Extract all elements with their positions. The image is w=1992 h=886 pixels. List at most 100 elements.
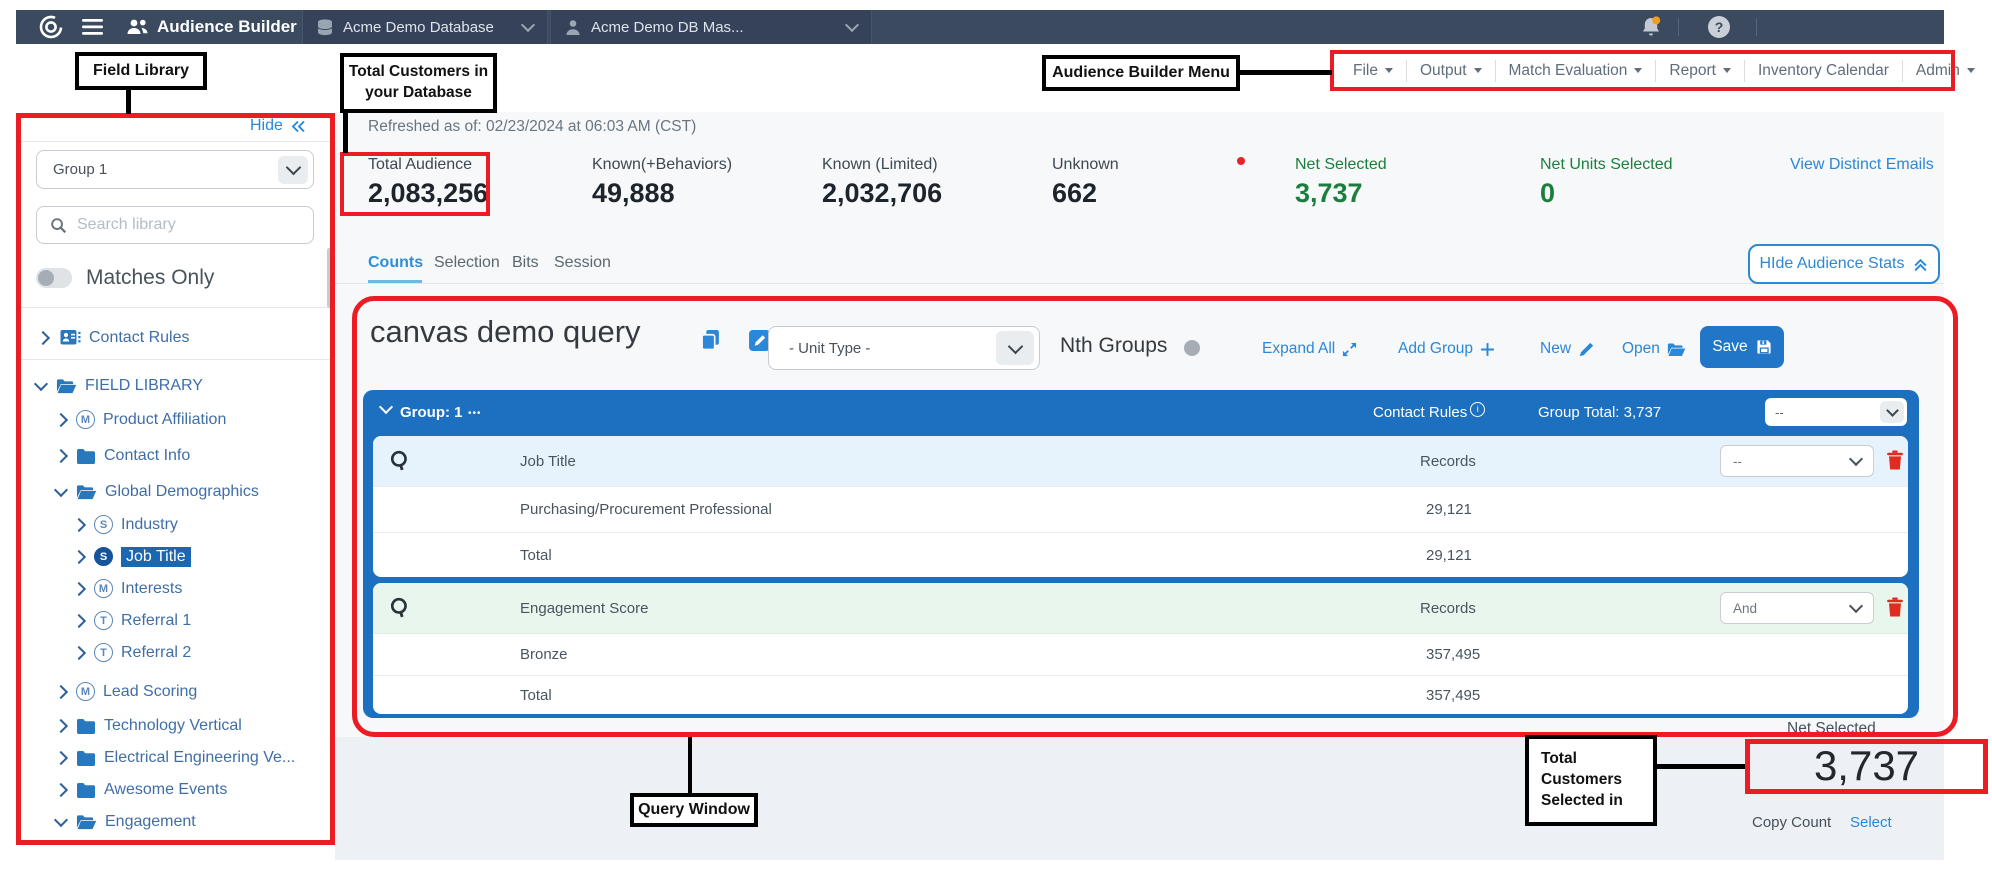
menu-inventory-calendar[interactable]: Inventory Calendar	[1745, 60, 1903, 82]
folder-open-icon	[56, 378, 77, 394]
circled-s-icon: S	[94, 515, 113, 534]
stat-unknown-value: 662	[1052, 178, 1097, 209]
notifications-bell-icon[interactable]	[1639, 15, 1663, 44]
search-icon	[50, 217, 67, 234]
sidebar-item-referral-1[interactable]: T Referral 1	[74, 605, 191, 636]
plus-icon	[1480, 342, 1495, 357]
help-icon[interactable]	[1708, 16, 1730, 38]
net-selected-footer-label: Net Selected	[1787, 720, 1876, 738]
double-chevron-left-icon	[291, 120, 306, 133]
search-icon[interactable]	[390, 450, 410, 476]
group-select[interactable]: Group 1	[36, 150, 314, 189]
query-block-engagement-score: Engagement Score Records And Bronze 357,…	[373, 583, 1908, 714]
sidebar-item-job-title-selected[interactable]: S Job Title	[74, 541, 191, 572]
stat-net-units-value: 0	[1540, 178, 1555, 209]
sidebar-item-technology-vertical[interactable]: Technology Vertical	[56, 710, 242, 741]
group-header-label: Group: 1	[400, 404, 463, 421]
total-row: Total 29,121	[373, 532, 1908, 577]
query-title: canvas demo query	[370, 314, 641, 350]
menu-file[interactable]: File	[1340, 60, 1407, 82]
more-options-icon[interactable]	[468, 403, 482, 421]
database-icon	[317, 19, 333, 36]
sidebar-item-lead-scoring[interactable]: M Lead Scoring	[56, 676, 197, 707]
hamburger-menu-icon[interactable]	[82, 19, 103, 40]
sidebar-scrollbar[interactable]	[327, 248, 332, 308]
chevron-right-icon	[54, 750, 68, 764]
annotation-query-window: Query Window	[630, 793, 758, 827]
app-title: Audience Builder	[157, 10, 297, 44]
sidebar-item-contact-rules[interactable]: Contact Rules	[38, 322, 190, 353]
view-distinct-emails-link[interactable]: View Distinct Emails	[1790, 156, 1934, 174]
sidebar-item-awesome-events[interactable]: Awesome Events	[56, 774, 227, 805]
group-contact-rules-link[interactable]: Contact Rules	[1373, 404, 1485, 422]
navbar-divider	[1756, 18, 1757, 36]
circled-t-icon: T	[94, 643, 113, 662]
chevron-right-icon	[72, 549, 86, 563]
matches-only-label: Matches Only	[86, 266, 214, 290]
menu-admin[interactable]: Admin	[1903, 60, 1988, 82]
engagement-block-header: Engagement Score Records And	[373, 583, 1908, 633]
sidebar-item-global-demographics[interactable]: Global Demographics	[56, 476, 259, 507]
stat-total-audience-value: 2,083,256	[368, 178, 488, 209]
tab-session[interactable]: Session	[554, 254, 611, 272]
database-selector[interactable]: Acme Demo Database	[302, 10, 548, 44]
circled-s-icon: S	[94, 547, 113, 566]
group-operator-select[interactable]: --	[1765, 398, 1907, 426]
stat-known-limited-value: 2,032,706	[822, 178, 942, 209]
chevron-down-icon	[996, 331, 1034, 365]
matches-only-row: Matches Only	[36, 266, 214, 290]
chevron-right-icon	[54, 718, 68, 732]
menu-output[interactable]: Output	[1407, 60, 1496, 82]
stat-known-limited-label: Known (Limited)	[822, 156, 938, 174]
sidebar-item-product-affiliation[interactable]: M Product Affiliation	[56, 404, 226, 435]
annotation-line	[688, 737, 692, 793]
sidebar-item-field-library[interactable]: FIELD LIBRARY	[36, 370, 203, 401]
sidebar-item-interests[interactable]: M Interests	[74, 573, 182, 604]
result-row[interactable]: Purchasing/Procurement Professional 29,1…	[373, 486, 1908, 532]
copy-query-icon[interactable]	[700, 328, 721, 357]
chevron-right-icon	[72, 613, 86, 627]
search-input[interactable]	[75, 215, 299, 235]
unit-type-select[interactable]: - Unit Type -	[768, 326, 1040, 370]
result-row[interactable]: Bronze 357,495	[373, 633, 1908, 675]
sidebar-item-referral-2[interactable]: T Referral 2	[74, 637, 191, 668]
app-logo-icon[interactable]	[38, 14, 64, 45]
block-field-name: Job Title	[520, 453, 576, 470]
tab-counts[interactable]: Counts	[368, 254, 423, 272]
sidebar-item-electrical-engineering[interactable]: Electrical Engineering Ve...	[56, 742, 295, 773]
stat-net-selected-label: Net Selected	[1295, 156, 1387, 174]
tab-bits[interactable]: Bits	[512, 254, 539, 272]
circled-t-icon: T	[94, 611, 113, 630]
delete-block-trash-icon[interactable]	[1886, 597, 1904, 622]
folder-open-icon	[1667, 342, 1686, 357]
menu-report[interactable]: Report	[1656, 60, 1745, 82]
select-count-link[interactable]: Select	[1850, 814, 1892, 831]
tab-selection[interactable]: Selection	[434, 254, 500, 272]
add-group-link[interactable]: Add Group	[1398, 340, 1495, 358]
expand-all-link[interactable]: Expand All	[1262, 340, 1357, 358]
user-selector[interactable]: Acme Demo DB Mas...	[550, 10, 872, 44]
hide-audience-stats-button[interactable]: HIde Audience Stats	[1748, 244, 1940, 284]
copy-count-label: Copy Count	[1752, 814, 1831, 831]
nth-groups-label: Nth Groups	[1060, 334, 1167, 358]
stat-total-audience-label: Total Audience	[368, 156, 472, 174]
open-query-link[interactable]: Open	[1622, 340, 1686, 358]
menu-match-evaluation[interactable]: Match Evaluation	[1496, 60, 1657, 82]
matches-only-toggle[interactable]	[36, 268, 72, 288]
sidebar-item-contact-info[interactable]: Contact Info	[56, 440, 190, 471]
circled-m-icon: M	[76, 682, 95, 701]
save-query-button[interactable]: Save	[1700, 326, 1784, 368]
new-query-link[interactable]: New	[1540, 340, 1595, 358]
sidebar-item-engagement[interactable]: Engagement	[56, 806, 196, 837]
contact-card-icon	[60, 329, 81, 346]
folder-icon	[76, 718, 96, 734]
block-operator-select[interactable]: And	[1720, 592, 1874, 624]
block-operator-select[interactable]: --	[1720, 445, 1874, 477]
delete-block-trash-icon[interactable]	[1886, 450, 1904, 475]
info-icon	[1470, 402, 1485, 417]
hide-panel-button[interactable]: Hide	[250, 117, 306, 135]
footer-background	[335, 737, 1944, 860]
user-selector-label: Acme Demo DB Mas...	[591, 19, 744, 36]
sidebar-item-industry[interactable]: S Industry	[74, 509, 178, 540]
search-icon[interactable]	[390, 597, 410, 623]
